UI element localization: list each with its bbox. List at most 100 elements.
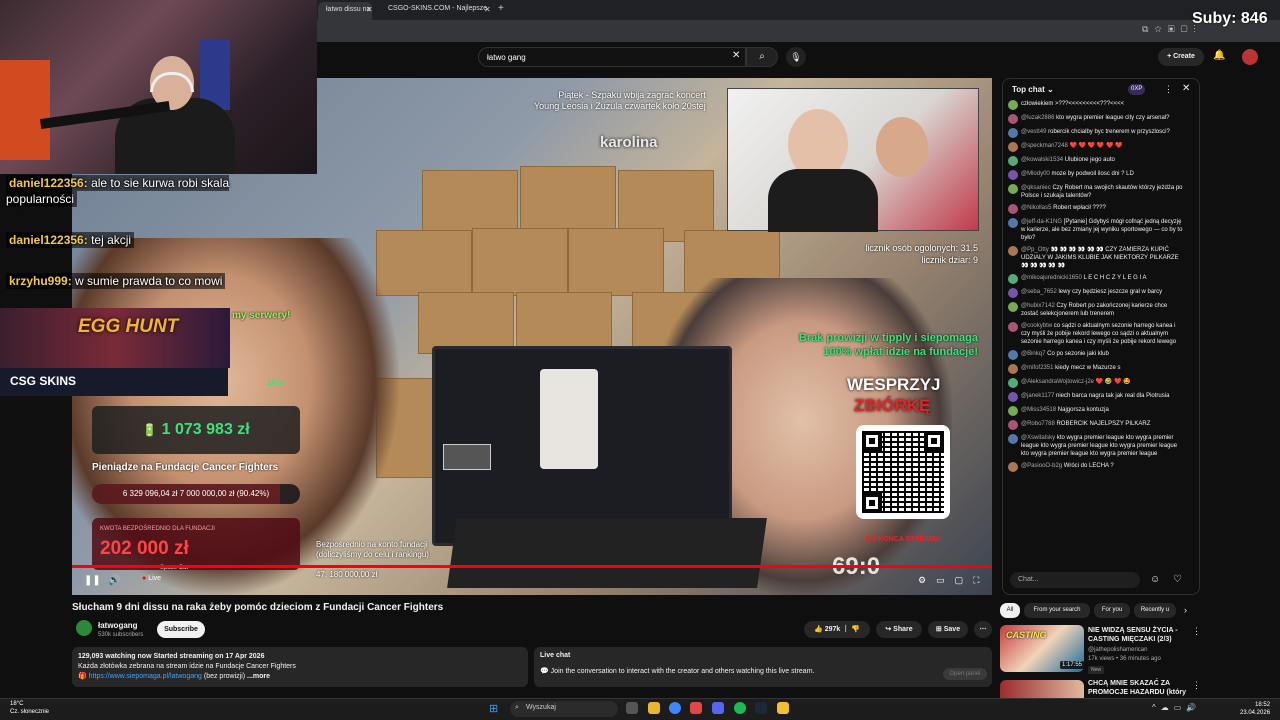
chrome-icon[interactable] (669, 702, 681, 714)
emoji-icon[interactable]: ☺ (1150, 574, 1160, 585)
tab-latwo-dissu[interactable]: łatwo dissu na 🔊 (318, 2, 372, 20)
save-button[interactable]: ⊞ Save (928, 621, 968, 638)
chat-author[interactable]: @kowalski1534 (1021, 157, 1063, 163)
new-tab-button[interactable]: + (498, 3, 504, 14)
create-button[interactable]: + Create (1158, 48, 1204, 66)
description-link[interactable]: https://www.siepomaga.pl/latwogang (89, 673, 202, 680)
taskbar-search[interactable]: ⌕ Wyszukaj (510, 701, 618, 717)
chat-avatar[interactable] (1008, 114, 1018, 124)
chat-author[interactable]: @Mlody00 (1021, 171, 1050, 177)
chat-avatar[interactable] (1008, 322, 1018, 332)
like-button[interactable]: 👍 297k ｜ 👎 (804, 621, 870, 638)
clock[interactable]: 18:52 23.04.2026 (1240, 701, 1270, 717)
chat-avatar[interactable] (1008, 462, 1018, 472)
chat-avatar[interactable] (1008, 350, 1018, 360)
chat-message-list[interactable]: człowiekiem >???<<<<<<<<<???<<<< @luzak28… (1008, 100, 1186, 564)
chip-recently[interactable]: Recently u (1134, 603, 1176, 618)
volume-icon[interactable]: 🔊 (108, 575, 120, 586)
rec-title[interactable]: CHCĄ MNIE SKAZAĆ ZA PROMOCJE HAZARDU (kt… (1088, 679, 1188, 697)
discord-icon[interactable] (712, 702, 724, 714)
description-box[interactable]: 129,093 watching now Started streaming o… (72, 647, 528, 687)
steam-icon[interactable] (755, 702, 767, 714)
open-panel-button[interactable]: Open panel (943, 668, 987, 680)
settings-icon[interactable]: ⚙▭▢⛶ (918, 575, 989, 586)
chat-avatar[interactable] (1008, 434, 1018, 444)
chip-from-search[interactable]: From your search (1024, 603, 1090, 618)
chat-author[interactable]: @cookybtw (1021, 323, 1052, 329)
chat-avatar[interactable] (1008, 392, 1018, 402)
chip-all[interactable]: All (1000, 603, 1020, 618)
top-chat-dropdown[interactable]: Top chat ⌄ (1012, 85, 1054, 94)
chat-author[interactable]: @Pp_Otty (1021, 247, 1049, 253)
mic-icon[interactable]: 🎙 (786, 47, 806, 67)
more-actions-button[interactable]: ⋯ (974, 621, 992, 638)
task-view-icon[interactable] (626, 702, 638, 714)
rec-menu-icon[interactable]: ⋮ (1192, 626, 1201, 637)
close-icon[interactable]: ✕ (1182, 83, 1190, 94)
chat-author[interactable]: @AleksandraWojtowicz-j2e (1021, 379, 1094, 385)
chat-author[interactable]: @Binkq7 (1021, 351, 1045, 357)
pause-icon[interactable]: ❚❚ (84, 575, 101, 586)
chat-avatar[interactable] (1008, 288, 1018, 298)
subscribe-button[interactable]: Subscribe (157, 621, 205, 638)
weather-widget[interactable]: 18°C Cz. słonecznie (10, 700, 49, 716)
rec-menu-icon[interactable]: ⋮ (1192, 680, 1201, 691)
close-tab-icon[interactable]: ✕ (484, 5, 491, 14)
chat-avatar[interactable] (1008, 184, 1018, 194)
chat-author[interactable]: @janek1177 (1021, 393, 1054, 399)
chat-author[interactable]: @hubix7142 (1021, 303, 1055, 309)
chat-author[interactable]: @Robo7788 (1021, 421, 1055, 427)
chat-author[interactable]: @seba_7652 (1021, 289, 1057, 295)
chat-author[interactable]: @qksaniec (1021, 185, 1051, 191)
chat-avatar[interactable] (1008, 142, 1018, 152)
xp-badge[interactable]: 0XP (1128, 84, 1146, 95)
chat-author[interactable]: @jeff-da-K1NG (1021, 219, 1062, 225)
chat-avatar[interactable] (1008, 274, 1018, 284)
chat-avatar[interactable] (1008, 100, 1018, 110)
video-progress-bar[interactable] (72, 565, 992, 568)
rec-title[interactable]: NIE WIDZĄ SENSU ŻYCIA - CASTING MIĘCZAKI… (1088, 626, 1188, 644)
chat-avatar[interactable] (1008, 204, 1018, 214)
windows-start-icon[interactable]: ⊞ (489, 702, 498, 715)
rec-thumbnail[interactable] (1000, 680, 1084, 700)
app-icon[interactable] (777, 702, 789, 714)
chat-author[interactable]: @vestt49 (1021, 129, 1046, 135)
app-icon[interactable] (690, 702, 702, 714)
chat-avatar[interactable] (1008, 246, 1018, 256)
more-link[interactable]: ...more (247, 673, 270, 680)
search-input[interactable]: łatwo gang (478, 47, 746, 67)
avatar[interactable] (1242, 49, 1258, 65)
channel-avatar[interactable] (76, 620, 92, 636)
chat-avatar[interactable] (1008, 420, 1018, 430)
rec-channel[interactable]: @jathepolishamerican (1088, 647, 1147, 653)
chat-author[interactable]: @PasiooO-b2g (1021, 463, 1062, 469)
close-tab-icon[interactable]: ✕ (366, 5, 373, 14)
chat-author[interactable]: @Xswitalsky (1021, 435, 1055, 441)
system-tray-icon[interactable]: ^☁▭🔊 (1152, 703, 1201, 712)
chat-author[interactable]: @Miss34518 (1021, 407, 1056, 413)
chat-author[interactable]: @luzak2886 (1021, 115, 1054, 121)
chat-author[interactable]: @Nikollas5 (1021, 205, 1051, 211)
chat-avatar[interactable] (1008, 170, 1018, 180)
chat-avatar[interactable] (1008, 128, 1018, 138)
heart-icon[interactable]: ♡ (1173, 574, 1182, 585)
spotify-icon[interactable] (734, 702, 746, 714)
chat-avatar[interactable] (1008, 364, 1018, 374)
bell-icon[interactable]: 🔔 (1213, 50, 1225, 61)
tab-csgo-skins[interactable]: CSGO-SKINS.COM - Najlepsze (380, 2, 490, 20)
chevron-right-icon[interactable]: › (1184, 605, 1187, 615)
chat-avatar[interactable] (1008, 378, 1018, 388)
search-button[interactable]: ⌕ (746, 47, 778, 67)
chip-for-you[interactable]: For you (1094, 603, 1130, 618)
channel-name[interactable]: łatwogang (98, 621, 138, 630)
chat-avatar[interactable] (1008, 218, 1018, 228)
clear-search-icon[interactable]: ✕ (732, 50, 740, 61)
live-badge[interactable]: ● Live (142, 575, 161, 582)
chat-author[interactable]: @mifof2351 (1021, 365, 1053, 371)
chat-author[interactable]: @mikoajurednicki1650 (1021, 275, 1082, 281)
chat-input[interactable]: Chat... (1010, 572, 1140, 588)
share-button[interactable]: ↪ Share (876, 621, 922, 638)
chat-avatar[interactable] (1008, 302, 1018, 312)
file-explorer-icon[interactable] (648, 702, 660, 714)
chat-avatar[interactable] (1008, 406, 1018, 416)
